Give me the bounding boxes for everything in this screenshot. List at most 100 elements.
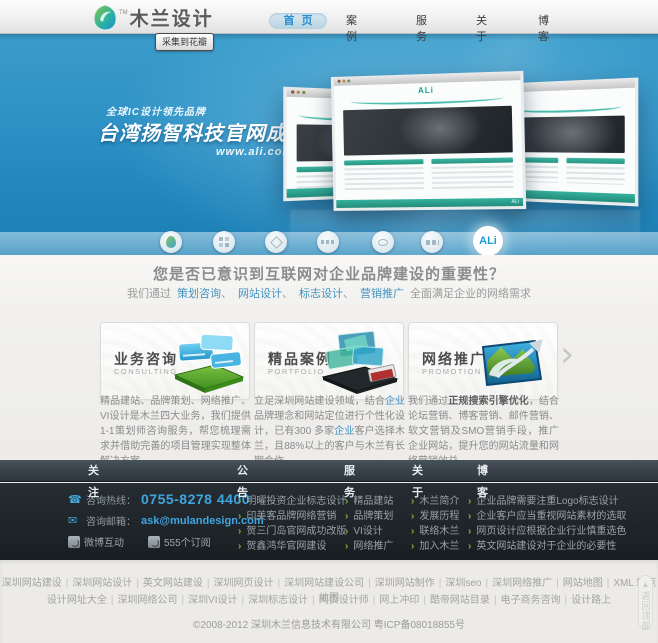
link-separator: | xyxy=(423,595,426,606)
footer-title-notice: 公告 xyxy=(237,460,267,482)
seo-links-row-2: 设计网址大全 | 深圳网络公司 | 深圳VI设计 | 深圳标志设计 | 网页设计师 | 网上冲印 | 酷… xyxy=(0,591,658,606)
phone-icon: ☎ xyxy=(68,493,82,506)
link-promotion[interactable]: 营销推广 xyxy=(360,288,404,300)
card-portfolio-desc: 立足深圳网站建设领域，结合企业品牌理念和网站定位进行个性化设计，已有300 多家… xyxy=(254,394,405,469)
seo-link-r1-8[interactable]: 深圳网络推广 xyxy=(492,578,552,589)
footer-title-service: 服务 xyxy=(344,460,374,482)
seo-link-r1-5[interactable]: 深圳网站建设公司 xyxy=(284,578,364,589)
link-separator: | xyxy=(485,578,488,589)
inline-link-enterprise-2[interactable]: 企业 xyxy=(334,426,354,437)
blog-link-4[interactable]: 英文网站建设对于企业的必要性 xyxy=(468,537,616,552)
notice-link-4[interactable]: 贺鑫鸿华官网建设 xyxy=(238,537,326,552)
card-consulting[interactable]: 业务咨询 CONSULTING xyxy=(100,322,250,400)
client-logo-ali-active[interactable]: ALi xyxy=(473,226,503,255)
logo[interactable]: TM 木兰设计 xyxy=(92,4,214,31)
logo-tm: TM xyxy=(119,10,128,16)
intro-lead-prefix: 我们通过 xyxy=(127,288,171,300)
nav-item-services[interactable]: 服务 xyxy=(416,13,445,29)
about-link-4[interactable]: 加入木兰 xyxy=(411,537,459,552)
link-separator: | xyxy=(494,595,497,606)
link-planning[interactable]: 策划咨询 xyxy=(177,288,221,300)
seo-link-r2-4[interactable]: 深圳标志设计 xyxy=(248,595,308,606)
link-separator: | xyxy=(181,595,184,606)
portfolio-illustration-icon xyxy=(309,327,401,402)
client-logo-3-icon xyxy=(270,236,283,249)
about-link-3[interactable]: 联络木兰 xyxy=(411,522,459,537)
seo-link-r1-1[interactable]: 深圳网站建设 xyxy=(2,578,62,589)
link-separator: | xyxy=(278,578,281,589)
link-separator: | xyxy=(242,595,245,606)
rss-subscribers[interactable]: 555个订阅 xyxy=(164,534,211,549)
intro-heading: 您是否已意识到互联网对企业品牌建设的重要性？ xyxy=(0,263,658,284)
mulan-design-homepage: TM 木兰设计 首页 案例 服务 关于 博客 采集到花瓣 ALi ALi 全球I… xyxy=(0,0,658,643)
footer-title-bar: 关注 公告 服务 关于 博客 xyxy=(0,460,658,482)
link-separator: | xyxy=(136,578,139,589)
carousel-next-arrow[interactable]: › xyxy=(560,340,574,370)
about-link-2[interactable]: 发展历程 xyxy=(411,507,459,522)
blog-link-2[interactable]: 企业客户应当重视网站素材的选取 xyxy=(468,507,626,522)
seo-link-r2-9[interactable]: 设计路上 xyxy=(571,595,611,606)
link-separator: | xyxy=(439,578,442,589)
nav-item-cases[interactable]: 案例 xyxy=(346,13,375,29)
client-logo-5-icon xyxy=(378,239,388,246)
promotion-illustration-icon xyxy=(463,327,555,402)
client-logo-2-icon xyxy=(219,237,229,247)
notice-link-3[interactable]: 贺三门岛官网成功改版 xyxy=(238,522,346,537)
link-webdesign[interactable]: 网站设计 xyxy=(238,288,282,300)
client-logo-5[interactable] xyxy=(372,231,394,253)
link-logodesign[interactable]: 标志设计 xyxy=(299,288,343,300)
seo-link-r1-4[interactable]: 深圳网页设计 xyxy=(214,578,274,589)
huaban-collect-button[interactable]: 采集到花瓣 xyxy=(155,33,214,51)
nav-item-blog[interactable]: 博客 xyxy=(538,13,567,29)
header: TM 木兰设计 首页 案例 服务 关于 博客 xyxy=(0,0,658,34)
seo-link-r2-5[interactable]: 网页设计师 xyxy=(319,595,369,606)
service-link-4[interactable]: 网络推广 xyxy=(345,537,393,552)
mock-hero-image xyxy=(343,106,513,156)
client-logo-6[interactable] xyxy=(421,231,443,253)
bottom-section: 深圳网站建设 | 深圳网站设计 | 英文网站建设 | 深圳网页设计 | 深圳网站建设公司 | 深圳网… xyxy=(0,560,658,643)
link-separator: | xyxy=(368,578,371,589)
card-promotion[interactable]: 网络推广 PROMOTION xyxy=(408,322,558,400)
seo-link-r1-9[interactable]: 网站地图 xyxy=(563,578,603,589)
inline-link-enterprise-1[interactable]: 企业 xyxy=(385,396,405,407)
seo-link-r1-6[interactable]: 深圳网站制作 xyxy=(375,578,435,589)
client-logo-1[interactable] xyxy=(160,231,182,253)
link-separator: | xyxy=(111,595,114,606)
nav-item-home[interactable]: 首页 xyxy=(269,13,327,29)
seo-link-r2-8[interactable]: 电子商务咨询 xyxy=(501,595,561,606)
notice-link-2[interactable]: 印美客品牌网络营销 xyxy=(238,507,336,522)
back-to-top-button[interactable]: ▲ 返回顶部 xyxy=(638,575,653,629)
seo-link-r2-2[interactable]: 深圳网络公司 xyxy=(117,595,177,606)
mock-browser-center: ALi ALi xyxy=(331,71,526,211)
client-logo-3[interactable] xyxy=(265,231,287,253)
copyright-text: ©2008-2012 深圳木兰信息技术有限公司 粤ICP备08018855号 xyxy=(0,616,658,631)
intro-lead: 我们通过 策划咨询、 网站设计、 标志设计、 营销推广 全面满足企业的网络需求 xyxy=(0,285,658,301)
seo-link-r1-7[interactable]: 深圳seo xyxy=(445,578,481,589)
intro-lead-suffix: 全面满足企业的网络需求 xyxy=(410,288,531,300)
logo-text: 木兰设计 xyxy=(130,4,214,31)
link-separator: | xyxy=(556,578,559,589)
link-separator: | xyxy=(373,595,376,606)
card-promotion-desc: 我们通过正规搜索引擎优化，结合论坛营销、博客营销、邮件营销、软文营销及SMO营销… xyxy=(408,394,559,469)
weibo-link[interactable]: 微博互动 xyxy=(84,534,124,549)
seo-link-r2-3[interactable]: 深圳VI设计 xyxy=(188,595,237,606)
seo-link-r2-6[interactable]: 网上冲印 xyxy=(379,595,419,606)
weibo-icon[interactable] xyxy=(68,536,80,548)
hero-banner: ALi ALi 全球IC设计领先品牌 台湾扬智科技官网成功改版 www.ali.… xyxy=(0,34,658,255)
nav-item-about[interactable]: 关于 xyxy=(476,13,505,29)
service-link-2[interactable]: 品牌策划 xyxy=(345,507,393,522)
hotline-number: 0755-8278 4400 xyxy=(141,491,250,507)
card-portfolio[interactable]: 精品案例 PORTFOLIO xyxy=(254,322,404,400)
service-link-3[interactable]: VI设计 xyxy=(345,522,383,537)
seo-link-r1-3[interactable]: 英文网站建设 xyxy=(143,578,203,589)
client-logo-4[interactable] xyxy=(317,231,339,253)
rss-icon[interactable] xyxy=(148,536,160,548)
blog-link-3[interactable]: 网页设计应根据企业行业慎重选色 xyxy=(468,522,626,537)
seo-link-r2-1[interactable]: 设计网址大全 xyxy=(47,595,107,606)
contact-social-row: 微博互动 555个订阅 xyxy=(68,534,211,549)
link-separator: | xyxy=(607,578,610,589)
logo-leaf-icon xyxy=(92,4,118,31)
seo-link-r2-7[interactable]: 酷帝网站目录 xyxy=(430,595,490,606)
seo-link-r1-2[interactable]: 深圳网站设计 xyxy=(72,578,132,589)
client-logo-2[interactable] xyxy=(213,231,235,253)
